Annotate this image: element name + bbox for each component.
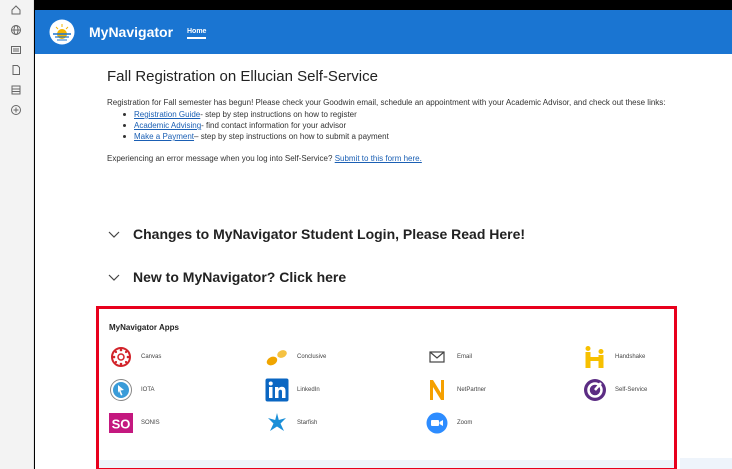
app-netpartner[interactable]: NetPartner bbox=[425, 378, 486, 402]
app-label: Starfish bbox=[297, 420, 318, 426]
accordion-title: Changes to MyNavigator Student Login, Pl… bbox=[133, 226, 526, 242]
app-label: LinkedIn bbox=[297, 387, 320, 393]
app-label: IOTA bbox=[141, 387, 155, 393]
announcement-title: Fall Registration on Ellucian Self-Servi… bbox=[107, 68, 378, 85]
app-label: Handshake bbox=[615, 354, 646, 360]
app-label: Self-Service bbox=[615, 387, 648, 393]
apps-panel: MyNavigator Apps Canvas Conclusive Email… bbox=[96, 306, 677, 469]
app-label: SONIS bbox=[141, 420, 160, 426]
home-icon[interactable] bbox=[9, 3, 23, 17]
conclusive-icon bbox=[265, 345, 289, 369]
zoom-icon bbox=[425, 411, 449, 435]
announcement-section: Fall Registration on Ellucian Self-Servi… bbox=[107, 68, 717, 163]
resource-links: Registration Guide - step by step instru… bbox=[123, 109, 717, 142]
globe-icon[interactable] bbox=[9, 23, 23, 37]
next-section-strip bbox=[99, 460, 674, 468]
list-item: Academic Advising - find contact informa… bbox=[123, 120, 717, 131]
list-icon[interactable] bbox=[9, 83, 23, 97]
news-icon[interactable] bbox=[9, 43, 23, 57]
chevron-down-icon bbox=[108, 231, 120, 238]
app-sonis[interactable]: SO SONIS bbox=[109, 411, 160, 435]
app-label: Email bbox=[457, 354, 473, 360]
app-email[interactable]: Email bbox=[425, 345, 472, 369]
app-zoom[interactable]: Zoom bbox=[425, 411, 472, 435]
app-label: NetPartner bbox=[457, 387, 487, 393]
accordion-title: New to MyNavigator? Click here bbox=[133, 269, 347, 285]
academic-advising-link[interactable]: Academic Advising bbox=[134, 120, 201, 131]
document-icon[interactable] bbox=[9, 63, 23, 77]
link-description: – step by step instructions on how to su… bbox=[194, 132, 389, 141]
starfish-icon bbox=[265, 411, 289, 435]
app-label: Conclusive bbox=[297, 354, 327, 360]
email-icon bbox=[425, 345, 449, 369]
list-item: Make a Payment – step by step instructio… bbox=[123, 131, 717, 142]
iota-icon bbox=[109, 378, 133, 402]
bullet-icon bbox=[123, 124, 126, 127]
next-section-strip bbox=[680, 458, 732, 469]
app-conclusive[interactable]: Conclusive bbox=[265, 345, 326, 369]
make-payment-link[interactable]: Make a Payment bbox=[134, 131, 194, 142]
bullet-icon bbox=[123, 113, 126, 116]
linkedin-icon bbox=[265, 378, 289, 402]
bullet-icon bbox=[123, 135, 126, 138]
svg-text:SO: SO bbox=[112, 417, 131, 432]
apps-title: MyNavigator Apps bbox=[109, 323, 179, 332]
app-starfish[interactable]: Starfish bbox=[265, 411, 317, 435]
chevron-down-icon bbox=[108, 274, 120, 281]
list-item: Registration Guide - step by step instru… bbox=[123, 109, 717, 120]
mynavigator-logo-icon[interactable] bbox=[49, 19, 75, 45]
self-service-icon bbox=[583, 378, 607, 402]
handshake-icon bbox=[583, 345, 607, 369]
app-canvas[interactable]: Canvas bbox=[109, 345, 161, 369]
link-description: - step by step instructions on how to re… bbox=[200, 110, 357, 119]
error-note: Experiencing an error message when you l… bbox=[107, 154, 717, 163]
app-handshake[interactable]: Handshake bbox=[583, 345, 645, 369]
accordion-login-changes[interactable]: Changes to MyNavigator Student Login, Pl… bbox=[107, 226, 525, 242]
announcement-intro: Registration for Fall semester has begun… bbox=[107, 98, 666, 107]
add-icon[interactable] bbox=[9, 103, 23, 117]
left-rail bbox=[0, 0, 34, 469]
registration-guide-link[interactable]: Registration Guide bbox=[134, 109, 200, 120]
accordion-new-to-mynavigator[interactable]: New to MyNavigator? Click here bbox=[107, 269, 346, 285]
submit-form-link[interactable]: Submit to this form here. bbox=[335, 154, 422, 163]
netpartner-icon bbox=[425, 378, 449, 402]
app-linkedin[interactable]: LinkedIn bbox=[265, 378, 320, 402]
page-stage: MyNavigator Home Fall Registration on El… bbox=[35, 10, 732, 469]
app-label: Canvas bbox=[141, 354, 162, 360]
app-iota[interactable]: IOTA bbox=[109, 378, 155, 402]
link-description: - find contact information for your advi… bbox=[201, 121, 347, 130]
error-text: Experiencing an error message when you l… bbox=[107, 154, 335, 163]
canvas-icon bbox=[109, 345, 133, 369]
top-bar: MyNavigator Home bbox=[35, 10, 732, 54]
nav-home-link[interactable]: Home bbox=[187, 28, 207, 39]
app-title[interactable]: MyNavigator bbox=[89, 24, 173, 40]
app-label: Zoom bbox=[457, 420, 473, 426]
app-self-service[interactable]: Self-Service bbox=[583, 378, 647, 402]
sonis-icon: SO bbox=[109, 411, 133, 435]
